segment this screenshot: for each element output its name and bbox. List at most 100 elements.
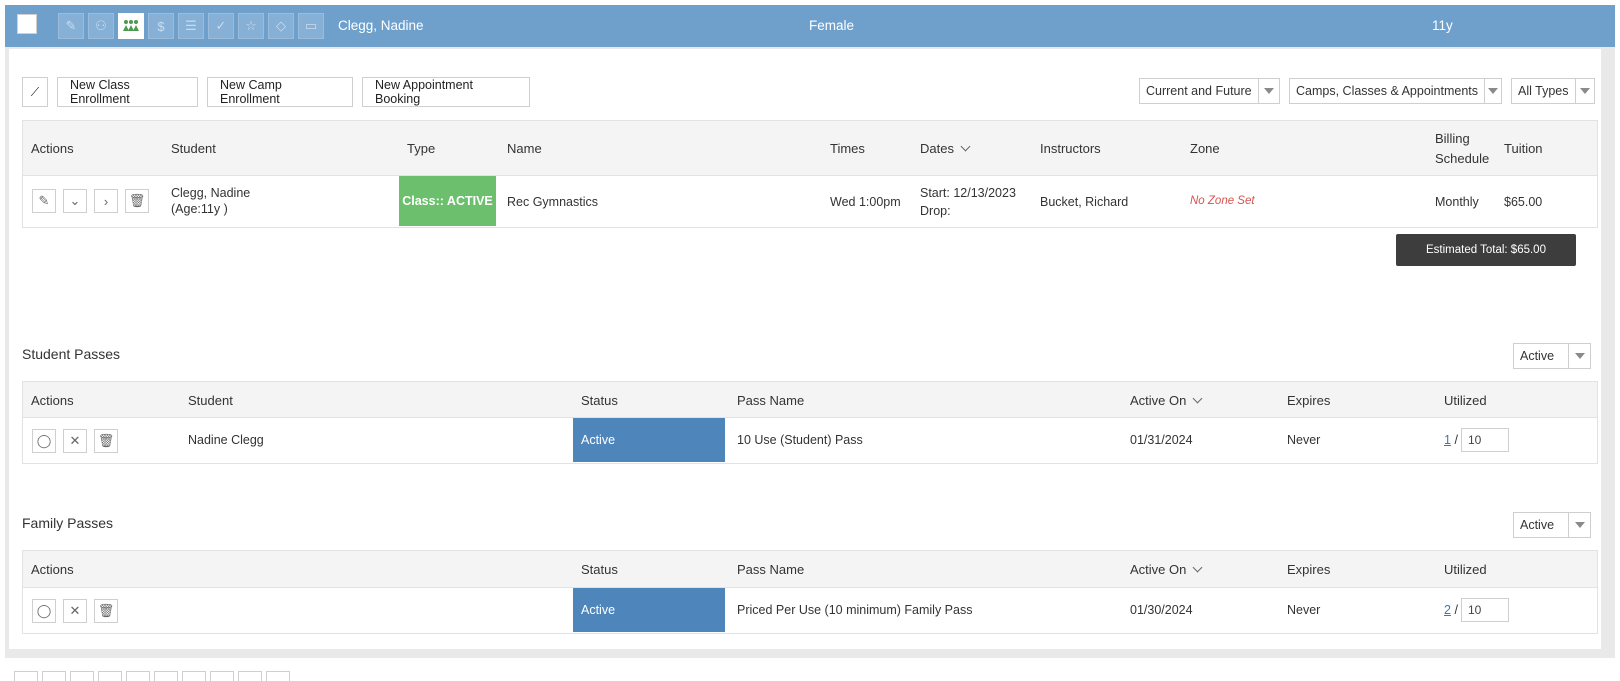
enrollment-times: Wed 1:00pm [830, 195, 901, 209]
pass-used-link[interactable]: 1 [1444, 433, 1451, 447]
col-actions: Actions [31, 141, 74, 156]
open-button[interactable]: › [94, 189, 118, 213]
col-dates[interactable]: Dates [920, 141, 971, 156]
pencil-icon[interactable]: ✎ [58, 13, 84, 39]
col-active-on[interactable]: Active On [1130, 393, 1203, 408]
col-active-on[interactable]: Active On [1130, 562, 1203, 577]
delete-button[interactable]: 🗑 [94, 599, 118, 623]
pass-total-input[interactable]: 10 [1461, 598, 1509, 622]
new-camp-enrollment-button[interactable]: New Camp Enrollment [207, 77, 353, 107]
dollar-icon[interactable]: $ [148, 13, 174, 39]
pass-name[interactable]: 10 Use (Student) Pass [737, 433, 863, 447]
next-icon-button[interactable] [266, 671, 290, 681]
pass-active-on: 01/30/2024 [1130, 603, 1193, 617]
student-action-icons: ✎ ⚇ $ ☰ ✓ ☆ ◇ ▭ [58, 13, 324, 39]
col-name[interactable]: Name [507, 141, 542, 156]
col-zone[interactable]: Zone [1190, 141, 1220, 156]
col-utilized[interactable]: Utilized [1444, 562, 1487, 577]
edit-button[interactable]: ✎ [32, 189, 56, 213]
student-passes-header: Actions Student Status Pass Name Active … [22, 381, 1598, 418]
delete-button[interactable]: 🗑 [94, 429, 118, 453]
wand-icon: ⟋ [30, 84, 40, 99]
status-badge: Active [573, 418, 725, 462]
chevron-down-icon [1568, 344, 1590, 368]
next-icon-button[interactable] [210, 671, 234, 681]
tag-icon[interactable]: ◇ [268, 13, 294, 39]
close-icon: ✕ [69, 433, 81, 448]
inbox-icon[interactable]: ▭ [298, 13, 324, 39]
time-filter-select[interactable]: Current and Future [1139, 78, 1280, 104]
next-icon-button[interactable] [126, 671, 150, 681]
col-status[interactable]: Status [581, 393, 618, 408]
toggle-button[interactable]: ◯ [32, 599, 56, 623]
col-expires[interactable]: Expires [1287, 562, 1330, 577]
col-type[interactable]: Type [407, 141, 435, 156]
col-pass-name[interactable]: Pass Name [737, 393, 804, 408]
next-checkbox[interactable] [14, 671, 38, 681]
expand-button[interactable]: ⌄ [63, 189, 87, 213]
next-icon-button[interactable] [98, 671, 122, 681]
col-student[interactable]: Student [171, 141, 216, 156]
pass-student-name[interactable]: Nadine Clegg [188, 433, 264, 447]
toggle-button[interactable]: ◯ [32, 429, 56, 453]
family-pass-row: ◯ ✕ 🗑 Active Priced Per Use (10 minimum)… [22, 588, 1598, 634]
pass-utilized: 2 / [1444, 603, 1458, 617]
col-instructors[interactable]: Instructors [1040, 141, 1101, 156]
enrollment-class-name[interactable]: Rec Gymnastics [507, 195, 598, 209]
col-status[interactable]: Status [581, 562, 618, 577]
col-active-on-label: Active On [1130, 393, 1187, 408]
next-icon-button[interactable] [154, 671, 178, 681]
cancel-button[interactable]: ✕ [63, 429, 87, 453]
col-student[interactable]: Student [188, 393, 233, 408]
users-search-icon[interactable]: ⚇ [88, 13, 114, 39]
type-filter-value: All Types [1518, 84, 1569, 98]
student-name[interactable]: Clegg, Nadine [338, 18, 424, 33]
list-icon[interactable]: ☰ [178, 13, 204, 39]
close-icon: ✕ [69, 603, 81, 618]
student-header-bar: ✎ ⚇ $ ☰ ✓ ☆ ◇ ▭ Clegg, Nadine Female 11y [5, 5, 1615, 47]
select-student-checkbox[interactable] [17, 14, 37, 34]
student-passes-title: Student Passes [22, 346, 121, 362]
col-billing-line1: Billing [1435, 131, 1470, 146]
next-icon-button[interactable] [238, 671, 262, 681]
pass-active-on: 01/31/2024 [1130, 433, 1193, 447]
pass-total-input[interactable]: 10 [1461, 428, 1509, 452]
next-record-toolbar [14, 671, 290, 681]
new-class-enrollment-button[interactable]: New Class Enrollment [57, 77, 198, 107]
trash-icon: 🗑 [97, 603, 115, 618]
chevron-down-icon [1257, 79, 1279, 103]
col-expires[interactable]: Expires [1287, 393, 1330, 408]
col-utilized[interactable]: Utilized [1444, 393, 1487, 408]
col-tuition[interactable]: Tuition [1504, 141, 1543, 156]
cancel-button[interactable]: ✕ [63, 599, 87, 623]
col-active-on-label: Active On [1130, 562, 1187, 577]
pass-utilized-sep: / [1454, 603, 1458, 617]
pass-used-link[interactable]: 2 [1444, 603, 1451, 617]
next-icon-button[interactable] [42, 671, 66, 681]
next-icon-button[interactable] [70, 671, 94, 681]
col-times[interactable]: Times [830, 141, 865, 156]
star-icon[interactable]: ☆ [238, 13, 264, 39]
pass-expires: Never [1287, 603, 1321, 617]
check-icon[interactable]: ✓ [208, 13, 234, 39]
col-dates-label: Dates [920, 141, 954, 156]
new-appointment-booking-button[interactable]: New Appointment Booking [362, 77, 530, 107]
pass-name[interactable]: Priced Per Use (10 minimum) Family Pass [737, 603, 972, 617]
col-pass-name[interactable]: Pass Name [737, 562, 804, 577]
kind-filter-select[interactable]: Camps, Classes & Appointments [1289, 78, 1502, 104]
family-icon[interactable] [118, 13, 144, 39]
col-actions: Actions [31, 562, 74, 577]
chevron-down-icon [1484, 79, 1501, 103]
type-filter-select[interactable]: All Types [1511, 78, 1595, 104]
col-actions: Actions [31, 393, 74, 408]
next-icon-button[interactable] [182, 671, 206, 681]
enrollment-student-name[interactable]: Clegg, Nadine [171, 186, 250, 200]
student-passes-filter[interactable]: Active [1513, 343, 1591, 369]
sort-desc-icon [1192, 393, 1203, 404]
magic-wand-button[interactable]: ⟋ [22, 77, 48, 107]
family-passes-filter[interactable]: Active [1513, 512, 1591, 538]
pass-expires: Never [1287, 433, 1321, 447]
pencil-icon: ✎ [38, 193, 50, 208]
delete-button[interactable]: 🗑 [125, 189, 149, 213]
chevron-down-icon [1568, 513, 1590, 537]
